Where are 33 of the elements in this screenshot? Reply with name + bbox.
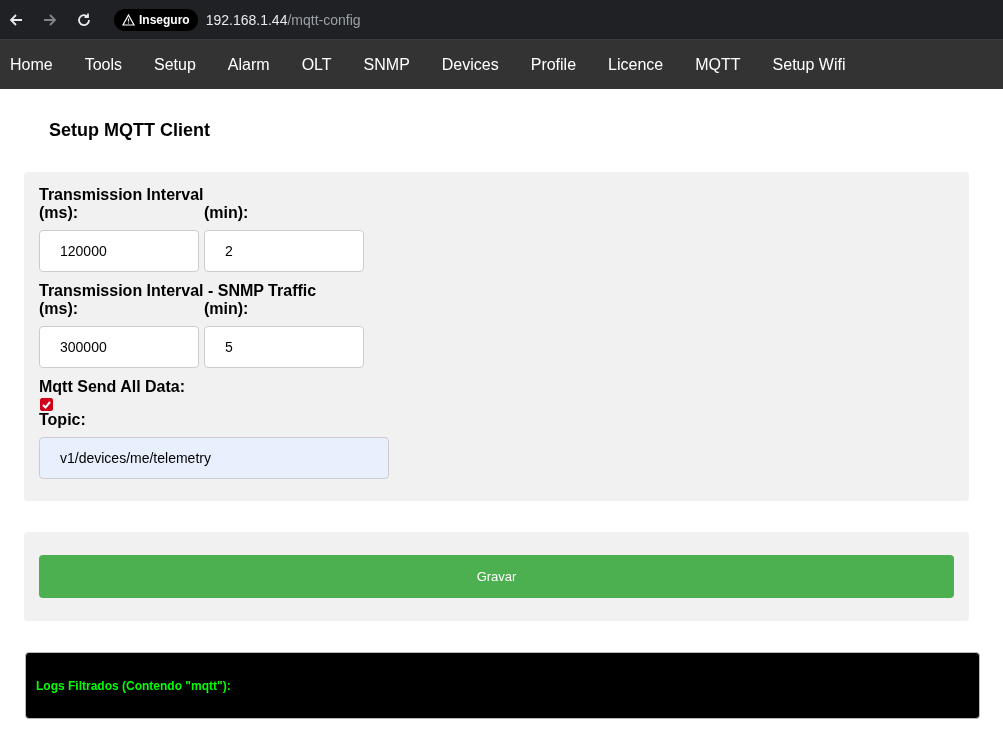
field-label: (min):: [204, 204, 250, 222]
nav-link[interactable]: Licence: [598, 55, 680, 74]
nav-link[interactable]: Tools: [74, 55, 139, 74]
input-field[interactable]: 5: [204, 326, 364, 368]
field-label: Mqtt Send All Data:: [39, 378, 187, 396]
field-label: (min):: [204, 300, 250, 318]
field-label: Topic:: [39, 411, 87, 429]
page-title: Setup MQTT Client: [49, 120, 211, 141]
nav-link[interactable]: Alarm: [217, 55, 286, 74]
input-field[interactable]: 2: [204, 230, 364, 272]
nav-link[interactable]: MQTT: [685, 55, 757, 74]
nav-link[interactable]: OLT: [291, 55, 348, 74]
forward-arrow-icon[interactable]: [42, 11, 58, 28]
checkbox[interactable]: [40, 398, 53, 411]
field-label: (ms):: [39, 300, 80, 318]
reload-icon[interactable]: [76, 11, 92, 28]
nav-link[interactable]: Setup: [144, 55, 212, 74]
input-field[interactable]: v1/devices/me/telemetry: [39, 437, 389, 479]
input-field[interactable]: 300000: [39, 326, 199, 368]
field-label: (ms):: [39, 204, 80, 222]
nav-link[interactable]: Home: [0, 55, 69, 74]
security-badge[interactable]: Inseguro: [114, 8, 198, 31]
nav-link[interactable]: Setup Wifi: [762, 55, 862, 74]
nav-link[interactable]: Devices: [431, 55, 515, 74]
address-url[interactable]: 192.168.1.44/mqtt-config: [205, 11, 361, 28]
nav-link[interactable]: Profile: [520, 55, 593, 74]
input-field[interactable]: 120000: [39, 230, 199, 272]
nav-link[interactable]: SNMP: [353, 55, 426, 74]
warning-icon: [122, 13, 135, 26]
field-group-title: Transmission Interval: [39, 186, 205, 204]
back-arrow-icon[interactable]: [8, 11, 24, 28]
field-group-title: Transmission Interval - SNMP Traffic: [39, 282, 318, 300]
log-title: Logs Filtrados (Contendo "mqtt"):: [36, 678, 231, 693]
